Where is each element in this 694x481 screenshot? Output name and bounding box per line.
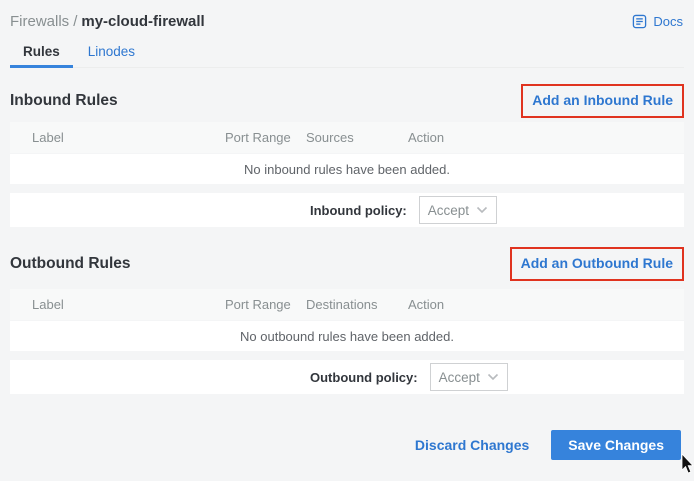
outbound-empty-message: No outbound rules have been added.: [240, 329, 454, 344]
form-actions: Discard Changes Save Changes: [10, 430, 684, 460]
inbound-policy-select[interactable]: Accept: [419, 196, 497, 224]
outbound-empty-row: No outbound rules have been added.: [10, 321, 684, 351]
outbound-policy-selected-value: Accept: [439, 370, 480, 385]
docs-icon: [632, 14, 647, 29]
inbound-policy-label: Inbound policy:: [310, 203, 407, 218]
breadcrumb-firewalls-link[interactable]: Firewalls: [10, 13, 69, 30]
breadcrumb-separator: /: [73, 13, 77, 30]
outbound-column-port-range: Port Range: [225, 297, 306, 312]
inbound-policy-row: Inbound policy: Accept: [10, 193, 684, 227]
inbound-column-action: Action: [408, 130, 684, 145]
outbound-rules-heading: Outbound Rules: [10, 255, 131, 273]
inbound-empty-row: No inbound rules have been added.: [10, 154, 684, 184]
tab-bar: Rules Linodes: [10, 39, 684, 68]
outbound-column-destinations: Destinations: [306, 297, 408, 312]
inbound-table-header: Label Port Range Sources Action: [10, 122, 684, 153]
outbound-column-action: Action: [408, 297, 684, 312]
outbound-policy-label: Outbound policy:: [310, 370, 418, 385]
outbound-add-annotation-box: Add an Outbound Rule: [510, 247, 684, 281]
outbound-table-header: Label Port Range Destinations Action: [10, 289, 684, 320]
outbound-policy-select[interactable]: Accept: [430, 363, 508, 391]
inbound-rules-heading: Inbound Rules: [10, 92, 118, 110]
docs-link-label: Docs: [653, 14, 683, 29]
tab-linodes[interactable]: Linodes: [75, 39, 148, 68]
add-outbound-rule-button[interactable]: Add an Outbound Rule: [521, 255, 673, 271]
inbound-policy-selected-value: Accept: [428, 203, 469, 218]
outbound-section-header: Outbound Rules Add an Outbound Rule: [10, 247, 684, 281]
chevron-down-icon: [476, 206, 488, 214]
inbound-section-header: Inbound Rules Add an Inbound Rule: [10, 84, 684, 118]
top-bar: Firewalls/my-cloud-firewall Docs: [10, 0, 684, 32]
inbound-column-port-range: Port Range: [225, 130, 306, 145]
discard-changes-button[interactable]: Discard Changes: [415, 437, 529, 453]
outbound-policy-row: Outbound policy: Accept: [10, 360, 684, 394]
breadcrumb-current-firewall: my-cloud-firewall: [81, 13, 204, 30]
firewall-detail-page: Firewalls/my-cloud-firewall Docs Rules L…: [0, 0, 694, 460]
inbound-column-sources: Sources: [306, 130, 408, 145]
inbound-column-label: Label: [32, 130, 225, 145]
outbound-column-label: Label: [32, 297, 225, 312]
add-inbound-rule-button[interactable]: Add an Inbound Rule: [532, 92, 673, 108]
tab-rules[interactable]: Rules: [10, 39, 73, 68]
inbound-add-annotation-box: Add an Inbound Rule: [521, 84, 684, 118]
save-changes-button[interactable]: Save Changes: [551, 430, 681, 460]
chevron-down-icon: [487, 373, 499, 381]
mouse-pointer-icon: [681, 454, 694, 481]
breadcrumb: Firewalls/my-cloud-firewall: [10, 13, 205, 30]
inbound-empty-message: No inbound rules have been added.: [244, 162, 450, 177]
docs-link[interactable]: Docs: [632, 14, 684, 29]
